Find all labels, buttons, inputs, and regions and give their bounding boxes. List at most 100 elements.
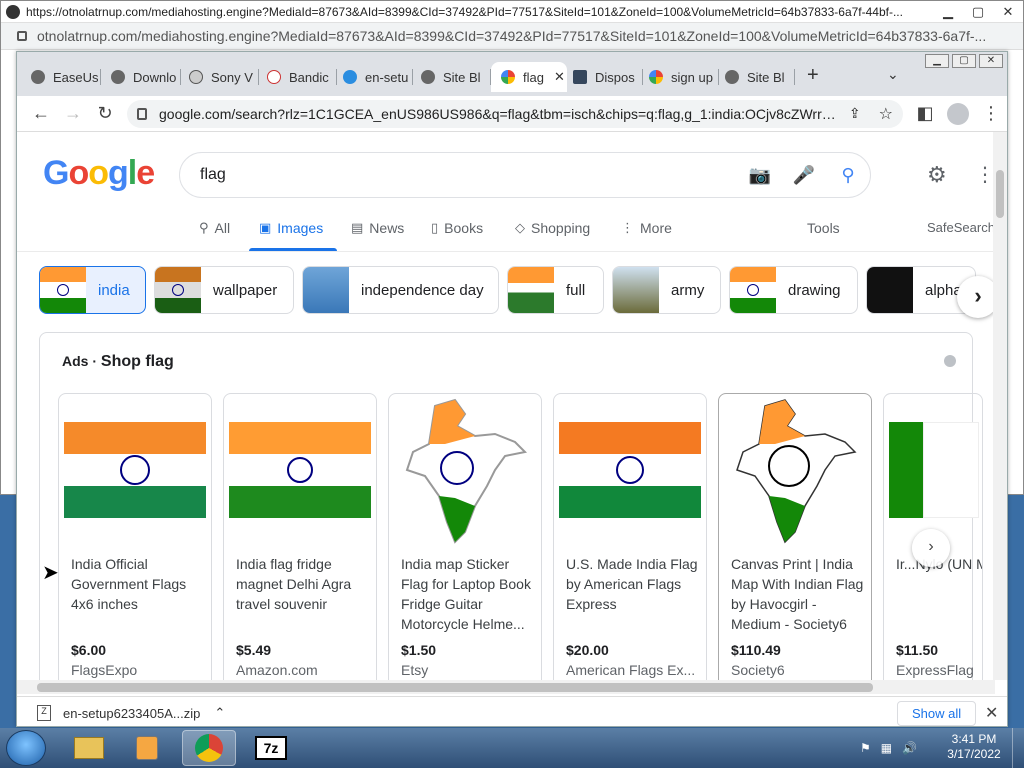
product-title[interactable]: India map Sticker Flag for Laptop Book F… (401, 554, 537, 634)
minimize-button[interactable]: ▁ (933, 4, 963, 20)
minimize-button[interactable]: ▁ (925, 54, 949, 68)
maximize-button[interactable]: ▢ (963, 4, 993, 20)
search-query[interactable]: flag (200, 166, 738, 184)
maximize-button[interactable]: ▢ (952, 54, 976, 68)
side-panel-icon[interactable]: ◧ (909, 103, 941, 124)
chevron-up-icon[interactable]: ⌃ (214, 705, 225, 721)
active-tab-underline (249, 248, 337, 251)
chip-wallpaper[interactable]: wallpaper (154, 266, 294, 314)
tab[interactable]: Site Bl (421, 62, 491, 92)
product-card[interactable]: India flag fridge magnet Delhi Agra trav… (223, 393, 377, 692)
scrollbar-thumb[interactable] (996, 170, 1004, 218)
product-title[interactable]: U.S. Made India Flag by American Flags E… (566, 554, 702, 614)
chrome-menu-icon[interactable]: ⋮ (975, 103, 1007, 124)
tab-books-label: Books (444, 220, 484, 236)
close-button[interactable]: ✕ (993, 4, 1023, 20)
globe-icon (31, 70, 45, 84)
tab-all[interactable]: ⚲ All (199, 220, 230, 236)
tools-button[interactable]: Tools (807, 220, 840, 236)
chip-india[interactable]: india (39, 266, 146, 314)
tab[interactable]: Bandic (267, 62, 337, 92)
start-button[interactable] (6, 730, 46, 766)
tab-search-chevron-icon[interactable]: ⌄ (887, 66, 899, 83)
info-icon[interactable] (944, 355, 956, 367)
product-card[interactable]: U.S. Made India Flag by American Flags E… (553, 393, 707, 692)
chip-label: army (671, 281, 705, 299)
tab-active-flag[interactable]: flag ✕ (491, 62, 567, 92)
close-button[interactable]: ✕ (979, 54, 1003, 68)
tab-images-label: Images (277, 220, 324, 236)
network-icon[interactable]: ▦ (881, 741, 892, 755)
chip-independence-day[interactable]: independence day (302, 266, 499, 314)
product-title[interactable]: India Official Government Flags 4x6 inch… (71, 554, 207, 614)
product-price: $5.49 (236, 642, 272, 658)
media-player-icon[interactable] (120, 730, 174, 766)
microphone-icon[interactable]: 🎤 (782, 165, 826, 186)
omnibox[interactable]: google.com/search?rlz=1C1GCEA_enUS986US9… (127, 99, 903, 128)
tab[interactable]: sign up (649, 62, 719, 92)
tab-close-icon[interactable]: ✕ (554, 69, 565, 85)
vertical-scrollbar[interactable] (993, 132, 1007, 680)
search-nav-tabs: ⚲ All ▣ Images ▤ News ▯ Books ◇ Shopping ⋮ Mor… (17, 212, 995, 252)
refinement-chips: india wallpaper independence day full ar… (17, 266, 995, 316)
show-desktop-button[interactable] (1012, 728, 1024, 768)
product-card[interactable]: India map Sticker Flag for Laptop Book F… (388, 393, 542, 692)
tab-label: flag (523, 69, 544, 85)
google-icon (649, 70, 663, 84)
clock[interactable]: 3:41 PM 3/17/2022 (946, 732, 1002, 762)
product-title[interactable]: India flag fridge magnet Delhi Agra trav… (236, 554, 372, 614)
horizontal-scrollbar[interactable] (17, 680, 995, 694)
chip-full[interactable]: full (507, 266, 604, 314)
show-all-button[interactable]: Show all (897, 701, 977, 726)
new-tab-button[interactable]: + (807, 64, 819, 87)
chrome-taskbar-icon[interactable] (182, 730, 236, 766)
tab[interactable]: EaseUs (31, 62, 101, 92)
back-arrow-icon[interactable]: ← (25, 103, 57, 124)
share-icon[interactable]: ⇪ (849, 105, 861, 122)
cards-scroll-right-chevron-icon[interactable]: › (912, 529, 950, 567)
tab-images[interactable]: ▣ Images (259, 220, 323, 236)
action-center-flag-icon[interactable]: ⚑ (860, 741, 871, 755)
camera-icon[interactable]: 📷 (738, 165, 782, 186)
product-price: $11.50 (896, 642, 939, 658)
chip-drawing[interactable]: drawing (729, 266, 858, 314)
chip-army[interactable]: army (612, 266, 721, 314)
product-card[interactable]: Canvas Print | India Map With Indian Fla… (718, 393, 872, 692)
download-item[interactable]: Z en-setup6233405A...zip ⌃ (37, 705, 225, 721)
outer-address-bar[interactable]: otnolatrnup.com/mediahosting.engine?Medi… (1, 23, 1023, 50)
bookmark-star-icon[interactable]: ☆ (879, 104, 893, 124)
tab[interactable]: Sony V (189, 62, 259, 92)
safesearch-button[interactable]: SafeSearch (927, 220, 995, 235)
reload-icon[interactable]: ↻ (89, 103, 121, 124)
tab-books[interactable]: ▯ Books (431, 220, 483, 236)
tab-shopping[interactable]: ◇ Shopping (515, 220, 590, 236)
tab[interactable]: en-setu (343, 62, 413, 92)
file-explorer-icon[interactable] (62, 730, 116, 766)
tab[interactable]: Downlo (111, 62, 181, 92)
tab-more[interactable]: ⋮ More (621, 220, 672, 236)
forward-arrow-icon[interactable]: → (57, 103, 89, 124)
apps-grid-icon[interactable]: ⋮ (975, 162, 995, 187)
chip-label: independence day (361, 281, 484, 299)
book-icon: ▯ (431, 220, 439, 235)
windows-taskbar: 7z ⚑ ▦ 🔊 3:41 PM 3/17/2022 (0, 728, 1024, 768)
google-logo[interactable]: Google (43, 154, 155, 193)
profile-avatar[interactable] (947, 102, 969, 125)
india-map-canvas-image (736, 399, 857, 544)
search-box[interactable]: flag 📷 🎤 ⚲ (179, 152, 871, 198)
gear-icon[interactable]: ⚙ (927, 162, 947, 188)
ads-label: Ads · (62, 353, 97, 369)
product-card[interactable]: India Official Government Flags 4x6 inch… (58, 393, 212, 692)
7zip-icon[interactable]: 7z (244, 730, 298, 766)
lock-icon (137, 107, 147, 120)
tab[interactable]: Dispos (573, 62, 643, 92)
volume-icon[interactable]: 🔊 (902, 741, 917, 755)
close-icon[interactable]: ✕ (985, 703, 998, 723)
tab-news[interactable]: ▤ News (351, 220, 404, 236)
scrollbar-thumb[interactable] (37, 683, 873, 692)
search-icon[interactable]: ⚲ (826, 165, 870, 186)
product-title[interactable]: Canvas Print | India Map With Indian Fla… (731, 554, 867, 634)
chip-scroll-right-chevron-icon[interactable]: › (957, 276, 995, 318)
tab[interactable]: Site Bl (725, 62, 795, 92)
browser-toolbar: ← → ↻ google.com/search?rlz=1C1GCEA_enUS… (17, 96, 1007, 132)
